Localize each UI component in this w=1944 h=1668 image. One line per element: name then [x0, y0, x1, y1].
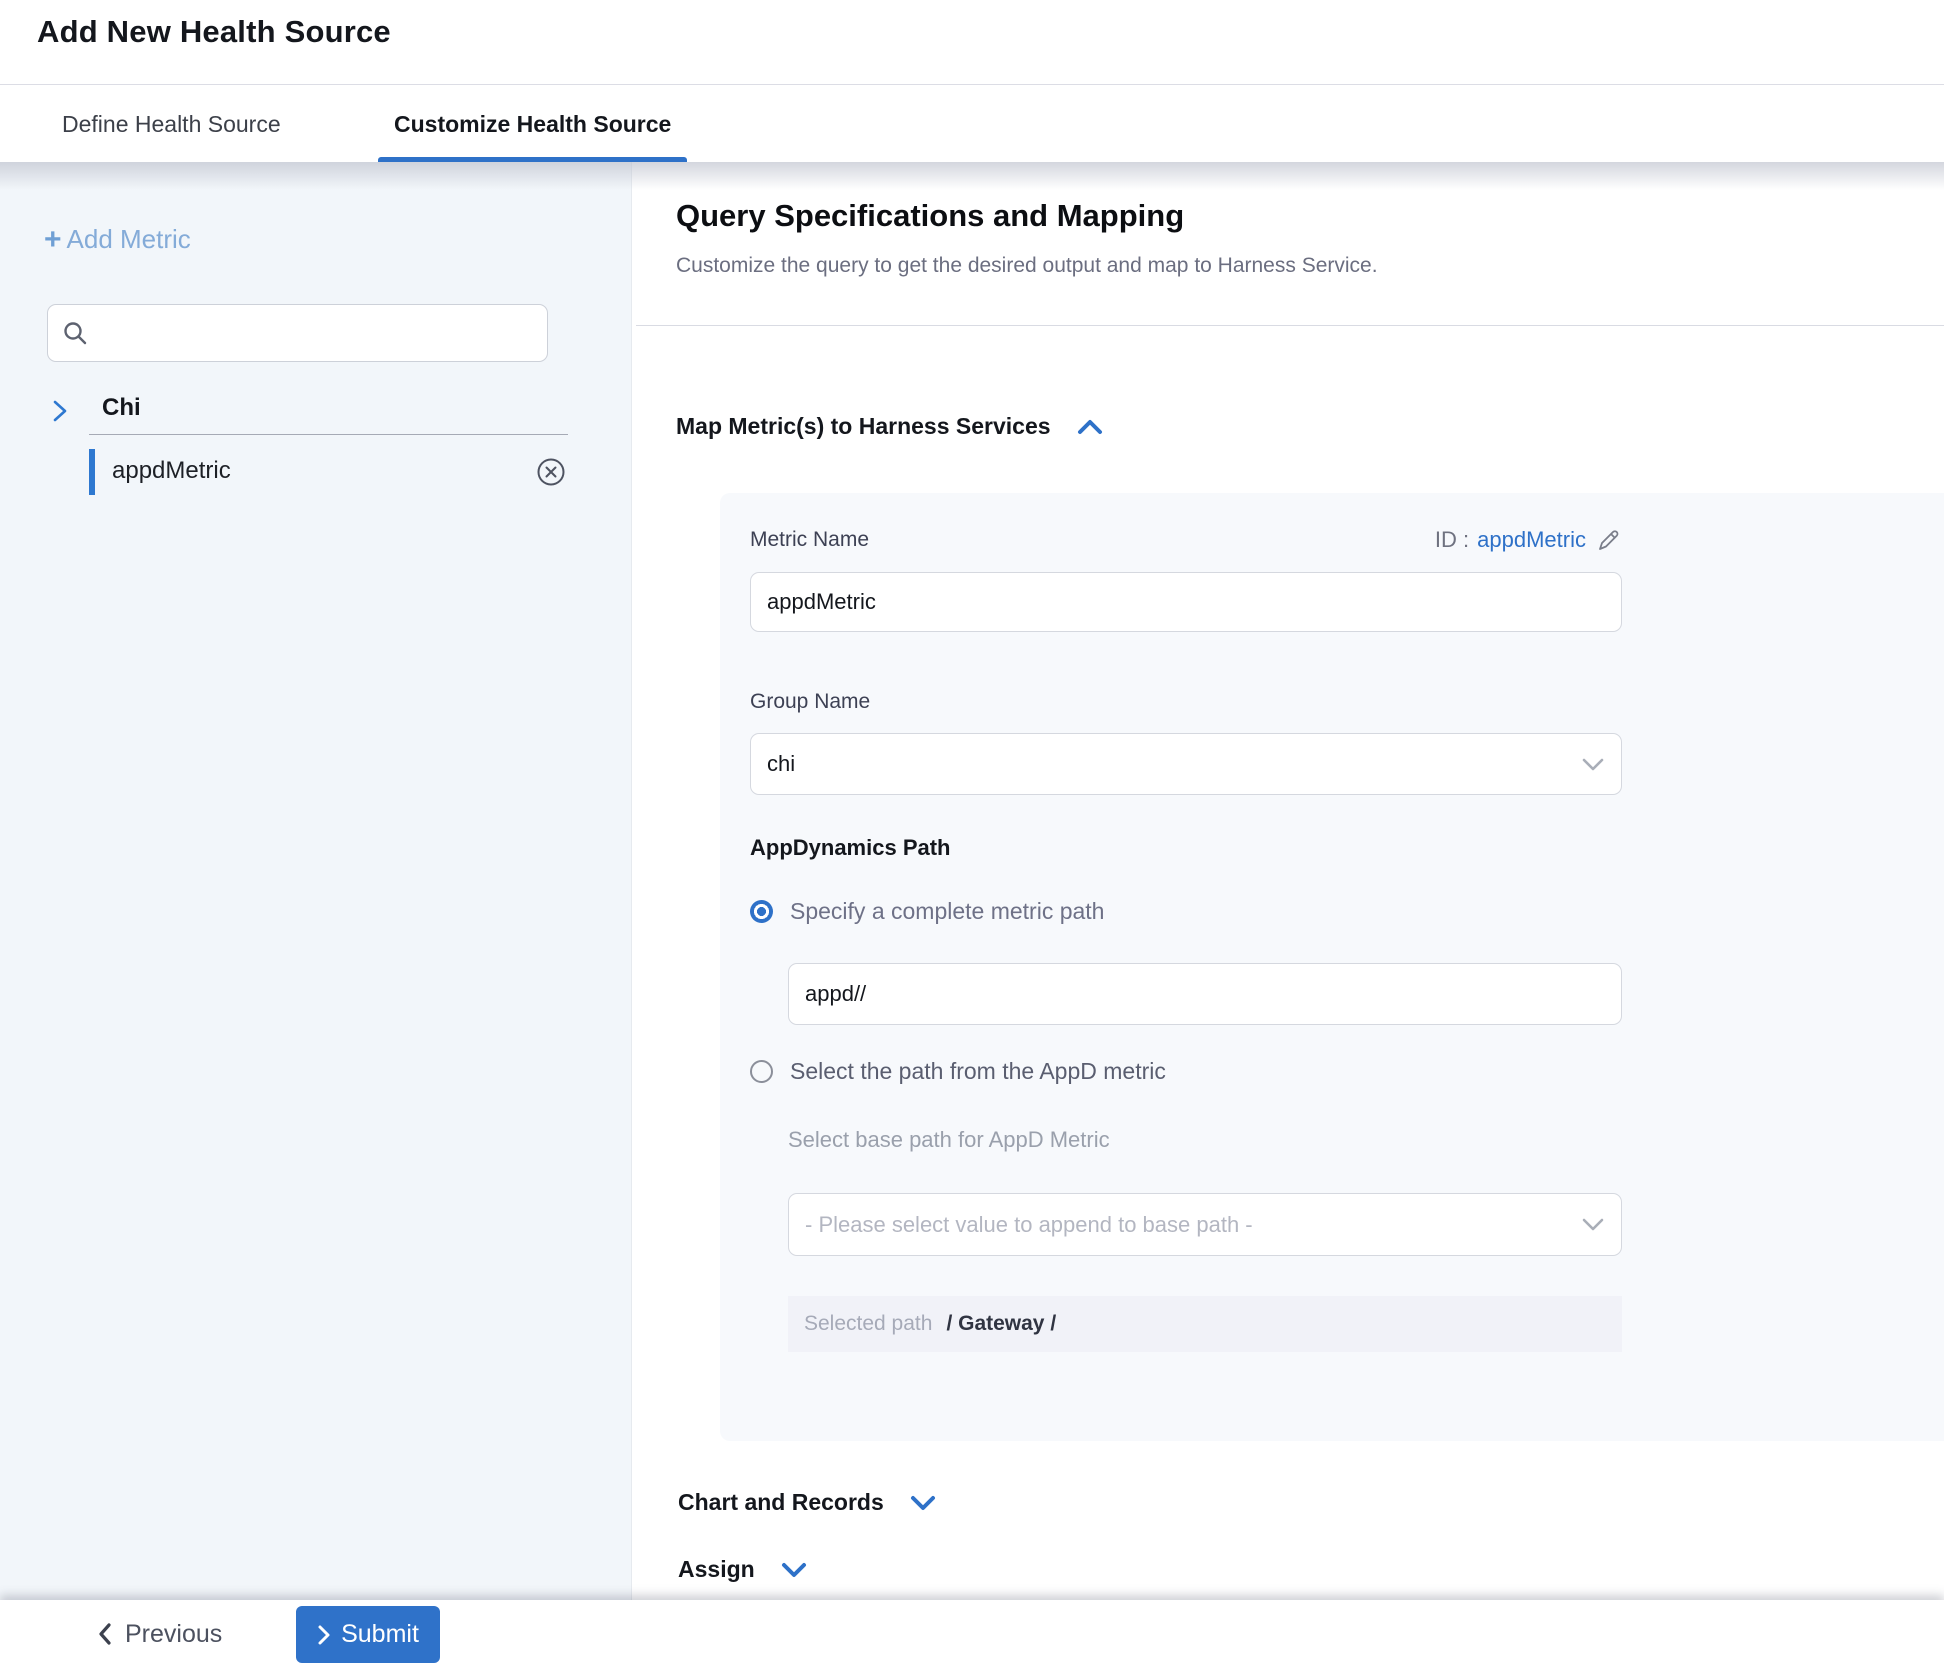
add-metric-label: Add Metric — [67, 224, 191, 255]
chart-and-records-section-toggle[interactable]: Chart and Records — [678, 1489, 936, 1516]
metric-group-label: Chi — [102, 394, 141, 422]
chevron-down-icon — [1581, 1217, 1605, 1232]
radio-select-path-from-appd[interactable]: Select the path from the AppD metric — [750, 1058, 1166, 1085]
metric-list-item[interactable]: appdMetric — [0, 449, 632, 495]
add-metric-button[interactable]: + Add Metric — [44, 224, 191, 255]
id-value-link[interactable]: appdMetric — [1477, 527, 1586, 553]
tab-define-health-source[interactable]: Define Health Source — [62, 86, 281, 162]
assign-section-toggle[interactable]: Assign — [678, 1556, 807, 1583]
chevron-up-icon — [1077, 418, 1103, 436]
panel-title: Query Specifications and Mapping — [676, 198, 1184, 234]
query-specifications-panel: Query Specifications and Mapping Customi… — [632, 162, 1944, 1600]
plus-icon: + — [44, 225, 62, 255]
chevron-left-icon — [97, 1622, 113, 1646]
radio-complete-path-label: Specify a complete metric path — [790, 898, 1104, 925]
dialog-body: + Add Metric Chi appdMetric — [0, 162, 1944, 1600]
metric-name-row: Metric Name ID : appdMetric — [750, 527, 1622, 553]
metric-search-box[interactable] — [47, 304, 548, 362]
metrics-sidebar: + Add Metric Chi appdMetric — [0, 162, 632, 1600]
selected-indicator-bar — [89, 449, 95, 495]
radio-unselected-icon[interactable] — [750, 1060, 773, 1083]
radio-selected-icon[interactable] — [750, 900, 773, 923]
tab-bar: Define Health Source Customize Health So… — [0, 86, 1944, 162]
map-metrics-section-toggle[interactable]: Map Metric(s) to Harness Services — [676, 413, 1103, 440]
metric-group-row[interactable]: Chi — [0, 388, 631, 434]
chevron-down-icon — [1581, 757, 1605, 772]
base-path-placeholder: - Please select value to append to base … — [805, 1212, 1581, 1238]
submit-button[interactable]: Submit — [296, 1606, 440, 1663]
group-name-value: chi — [767, 751, 1581, 777]
panel-subtitle: Customize the query to get the desired o… — [676, 254, 1378, 278]
previous-label: Previous — [125, 1620, 222, 1649]
group-divider — [89, 434, 568, 435]
metric-id-group: ID : appdMetric — [1435, 527, 1622, 553]
chevron-down-icon — [910, 1494, 936, 1512]
group-name-label: Group Name — [750, 690, 870, 714]
map-metrics-heading: Map Metric(s) to Harness Services — [676, 413, 1051, 440]
search-icon — [62, 320, 88, 346]
selected-path-row: Selected path / Gateway / — [788, 1296, 1622, 1352]
metric-item-label: appdMetric — [112, 457, 231, 485]
base-path-label: Select base path for AppD Metric — [788, 1127, 1110, 1153]
id-prefix-label: ID : — [1435, 527, 1469, 553]
radio-complete-metric-path[interactable]: Specify a complete metric path — [750, 898, 1104, 925]
submit-label: Submit — [341, 1620, 419, 1649]
assign-heading: Assign — [678, 1556, 755, 1583]
chevron-right-icon[interactable] — [50, 399, 70, 423]
selected-path-value: / Gateway / — [946, 1312, 1056, 1336]
radio-select-path-label: Select the path from the AppD metric — [790, 1058, 1166, 1085]
base-path-select[interactable]: - Please select value to append to base … — [788, 1193, 1622, 1256]
chevron-right-icon — [317, 1624, 331, 1646]
previous-button[interactable]: Previous — [97, 1614, 222, 1654]
chart-and-records-heading: Chart and Records — [678, 1489, 884, 1516]
delete-metric-icon[interactable] — [536, 457, 566, 487]
complete-metric-path-input[interactable] — [788, 963, 1622, 1025]
page-title: Add New Health Source — [37, 14, 391, 50]
metric-name-input[interactable] — [750, 572, 1622, 632]
appdynamics-path-heading: AppDynamics Path — [750, 835, 951, 861]
chevron-down-icon — [781, 1561, 807, 1579]
panel-divider — [636, 325, 1944, 326]
metric-search-input[interactable] — [98, 321, 533, 345]
add-health-source-dialog: Add New Health Source Define Health Sour… — [0, 0, 1944, 1668]
edit-pencil-icon[interactable] — [1596, 527, 1622, 553]
tab-customize-health-source[interactable]: Customize Health Source — [394, 86, 671, 162]
metric-name-label: Metric Name — [750, 528, 869, 552]
dialog-footer: Previous Submit — [0, 1600, 1944, 1668]
dialog-header: Add New Health Source — [0, 0, 1944, 85]
group-name-select[interactable]: chi — [750, 733, 1622, 795]
selected-path-label: Selected path — [804, 1312, 932, 1336]
metric-mapping-card: Metric Name ID : appdMetric Group Name c… — [720, 493, 1944, 1441]
